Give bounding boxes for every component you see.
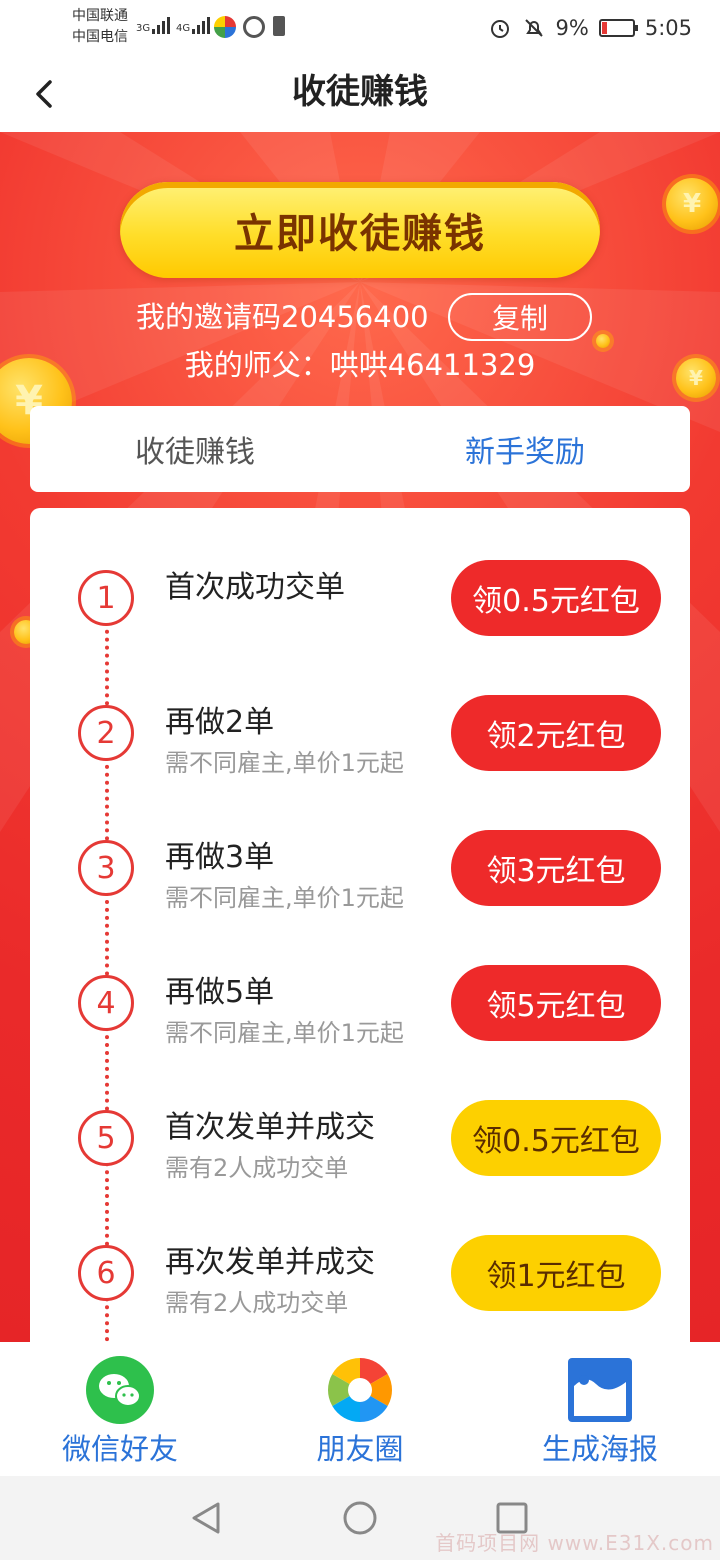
list-item: 3 再做3单 需不同雇主,单价1元起 领3元红包: [30, 822, 690, 912]
moments-icon: [326, 1356, 394, 1424]
battery-icon: [598, 19, 638, 37]
step-subtitle: 需不同雇主,单价1元起: [165, 749, 404, 777]
claim-reward-button[interactable]: 领5元红包: [451, 965, 661, 1041]
step-title: 再做2单: [165, 705, 275, 740]
app-notification-icon: [214, 16, 236, 38]
step-subtitle: 需不同雇主,单价1元起: [165, 1019, 404, 1047]
status-bar: 中国联通 中国电信 3G 4G 9% 5:05: [0, 0, 720, 56]
alarm-icon: [490, 20, 509, 38]
coin-decoration: ¥: [666, 178, 718, 230]
list-item: 5 首次发单并成交 需有2人成功交单 领0.5元红包: [30, 1092, 690, 1182]
share-moments-label: 朋友圈: [316, 1432, 404, 1466]
step-number: 6: [78, 1245, 134, 1301]
clock: 5:05: [644, 16, 692, 40]
home-circle-icon[interactable]: [340, 1498, 380, 1538]
mute-icon: [524, 19, 543, 37]
share-bar: 微信好友 朋友圈 生成海报: [0, 1342, 720, 1476]
system-nav-bar: 首码项目网 www.E31X.com: [0, 1476, 720, 1560]
list-item: 4 再做5单 需不同雇主,单价1元起 领5元红包: [30, 957, 690, 1047]
watermark: 首码项目网 www.E31X.com: [435, 1531, 714, 1555]
claim-reward-button[interactable]: 领0.5元红包: [451, 560, 661, 636]
wechat-icon: [86, 1356, 154, 1424]
tab-newbie-rewards[interactable]: 新手奖励: [360, 406, 690, 492]
invite-now-button[interactable]: 立即收徒赚钱: [120, 182, 600, 278]
carrier-2: 中国电信: [72, 29, 128, 45]
list-item: 6 再次发单并成交 需有2人成功交单 领1元红包: [30, 1227, 690, 1317]
battery-percent: 9%: [555, 16, 589, 40]
sync-icon: [243, 16, 265, 38]
step-number: 5: [78, 1110, 134, 1166]
step-number: 1: [78, 570, 134, 626]
list-item: 1 首次成功交单 领0.5元红包: [30, 552, 690, 642]
tab-bar: 收徒赚钱 新手奖励: [30, 406, 690, 492]
step-subtitle: 需有2人成功交单: [165, 1154, 349, 1182]
step-title: 再做5单: [165, 975, 275, 1010]
generate-poster-button[interactable]: 生成海报: [510, 1356, 690, 1468]
carrier-names: 中国联通 中国电信: [72, 6, 128, 48]
step-title: 再做3单: [165, 840, 275, 875]
step-subtitle: 需不同雇主,单价1元起: [165, 884, 404, 912]
rewards-card: 1 首次成功交单 领0.5元红包 2 再做2单 需不同雇主,单价1元起 领2元红…: [30, 508, 690, 1342]
master-text: 我的师父：哄哄46411329: [184, 348, 536, 382]
page-title: 收徒赚钱: [292, 72, 428, 112]
invite-banner: ¥ ¥ ¥ 立即收徒赚钱 我的邀请码20456400 复制 我的师父：哄哄464…: [0, 132, 720, 1342]
nav-bar: 收徒赚钱: [0, 56, 720, 132]
step-title: 首次发单并成交: [165, 1110, 375, 1145]
claim-reward-button[interactable]: 领0.5元红包: [451, 1100, 661, 1176]
step-subtitle: 需有2人成功交单: [165, 1289, 349, 1317]
claim-reward-button[interactable]: 领1元红包: [451, 1235, 661, 1311]
poster-icon: [568, 1358, 632, 1422]
tab-invite-earn[interactable]: 收徒赚钱: [30, 406, 360, 492]
step-number: 4: [78, 975, 134, 1031]
signal-1-icon: 3G: [136, 16, 171, 34]
step-number: 3: [78, 840, 134, 896]
network-type-2: 4G: [176, 23, 191, 34]
carrier-1: 中国联通: [72, 8, 128, 24]
step-number: 2: [78, 705, 134, 761]
claim-reward-button[interactable]: 领3元红包: [451, 830, 661, 906]
invite-code-text: 我的邀请码20456400: [136, 300, 429, 334]
list-item: 2 再做2单 需不同雇主,单价1元起 领2元红包: [30, 687, 690, 777]
generate-poster-label: 生成海报: [541, 1432, 658, 1466]
back-triangle-icon[interactable]: [186, 1498, 226, 1538]
step-title: 首次成功交单: [165, 570, 345, 605]
share-wechat-button[interactable]: 微信好友: [30, 1356, 210, 1468]
signal-2-icon: 4G: [176, 16, 211, 34]
copy-button[interactable]: 复制: [448, 293, 592, 341]
share-wechat-label: 微信好友: [61, 1432, 178, 1466]
claim-reward-button[interactable]: 领2元红包: [451, 695, 661, 771]
sim-icon: [273, 16, 285, 36]
network-type-1: 3G: [136, 23, 151, 34]
share-moments-button[interactable]: 朋友圈: [270, 1356, 450, 1468]
step-title: 再次发单并成交: [165, 1245, 375, 1280]
